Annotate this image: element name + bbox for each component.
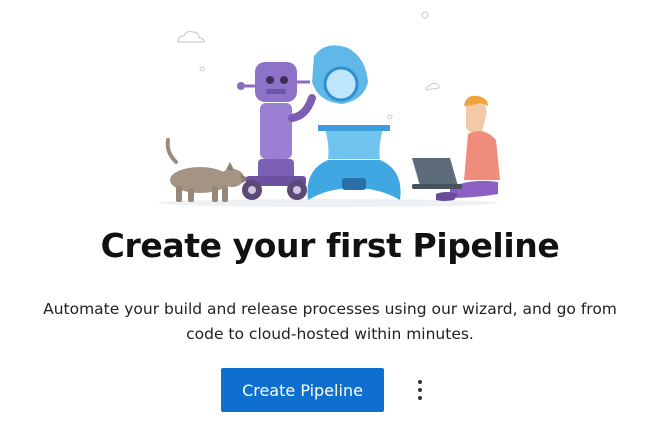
description-line: Automate your build and release processe… (43, 300, 617, 318)
description-line: code to cloud-hosted within minutes. (186, 325, 474, 343)
page-description: Automate your build and release processe… (20, 297, 640, 347)
more-vertical-icon (418, 380, 422, 400)
developer-figure (412, 95, 500, 201)
page-title: Create your first Pipeline (100, 226, 560, 265)
pipelines-empty-state: Create your first Pipeline Automate your… (0, 0, 660, 438)
create-pipeline-button[interactable]: Create Pipeline (221, 368, 384, 412)
cloud-icon (177, 30, 205, 43)
rocket-figure (307, 45, 401, 200)
more-options-button[interactable] (408, 374, 432, 406)
dog-figure (165, 138, 250, 202)
pipeline-illustration (158, 11, 500, 207)
robot-figure (237, 62, 316, 200)
